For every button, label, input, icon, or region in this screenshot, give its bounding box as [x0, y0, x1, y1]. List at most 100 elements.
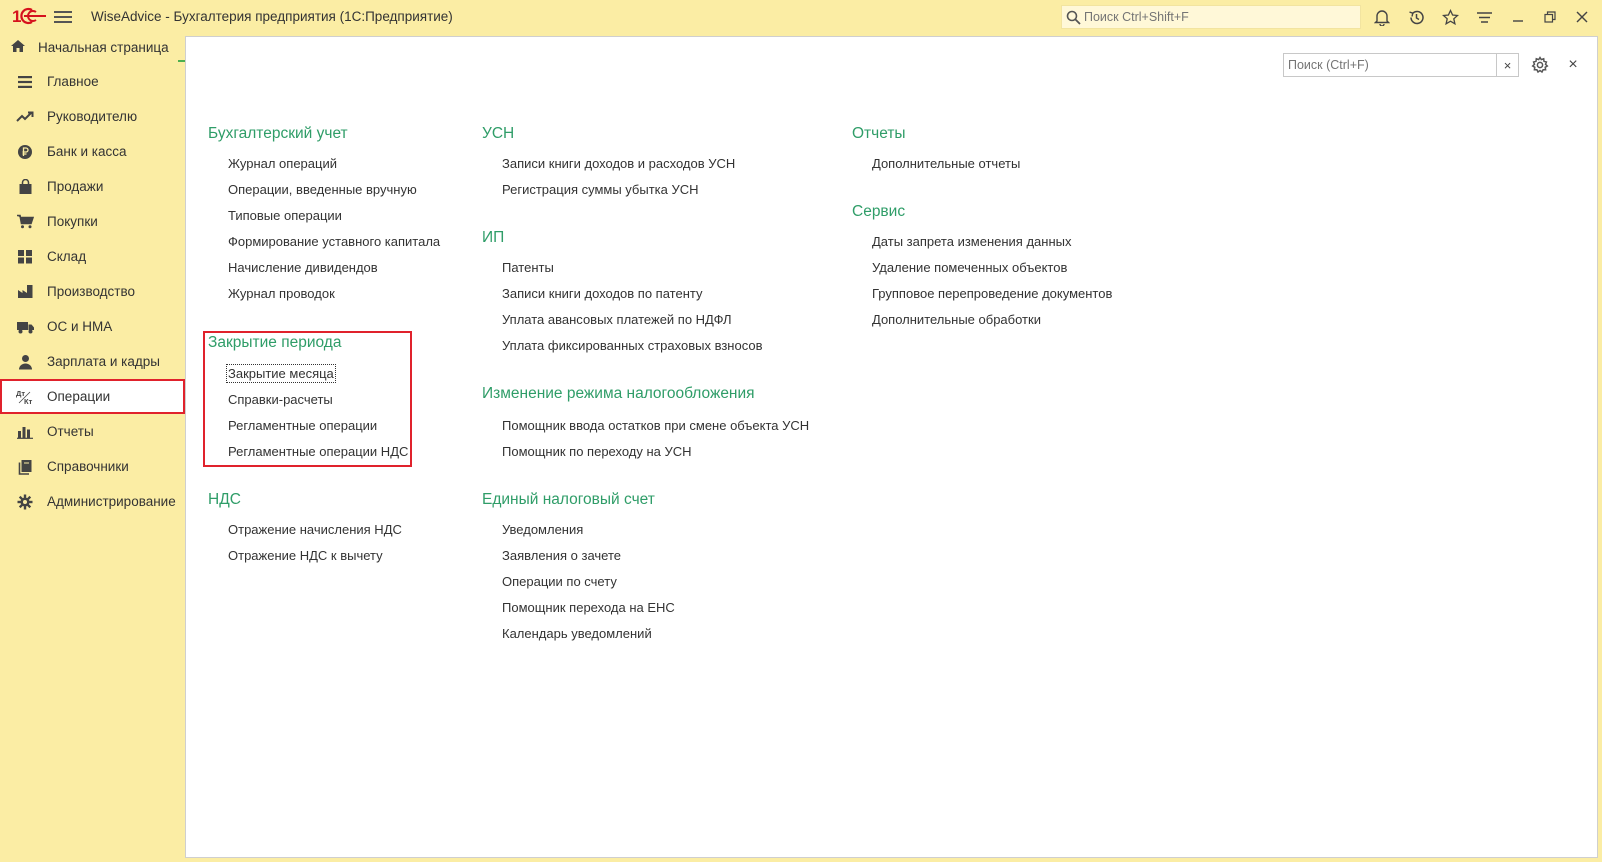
shopping-bag-icon [15, 178, 35, 196]
link-offset-applications[interactable]: Заявления о зачете [502, 548, 621, 563]
sidebar-item-salary-hr[interactable]: Зарплата и кадры [0, 344, 185, 379]
link-additional-processing[interactable]: Дополнительные обработки [872, 312, 1041, 327]
global-search-field[interactable] [1061, 5, 1361, 29]
link-dividends[interactable]: Начисление дивидендов [228, 260, 378, 275]
sidebar-item-label: Производство [47, 284, 136, 299]
link-batch-reposting[interactable]: Групповое перепроведение документов [872, 286, 1112, 301]
sidebar-item-label: Справочники [47, 459, 129, 474]
global-search-input[interactable] [1084, 10, 1354, 24]
tab-home-label: Начальная страница [38, 40, 169, 55]
bell-icon[interactable] [1372, 7, 1392, 27]
sidebar-item-reports[interactable]: Отчеты [0, 414, 185, 449]
title-bar: 1 WiseAdvice - Бухгалтерия предприятия (… [0, 0, 1602, 33]
gear-icon [15, 493, 35, 511]
link-notifications-calendar[interactable]: Календарь уведомлений [502, 626, 652, 641]
star-icon[interactable] [1440, 7, 1460, 27]
sidebar-item-label: Главное [47, 74, 99, 89]
sections-sidebar: Главное Руководителю Банк и касса Продаж… [0, 64, 185, 862]
link-patent-income-book[interactable]: Записи книги доходов по патенту [502, 286, 702, 301]
sidebar-item-bank-cash[interactable]: Банк и касса [0, 134, 185, 169]
link-usn-loss-registration[interactable]: Регистрация суммы убытка УСН [502, 182, 699, 197]
panel-search-field[interactable]: × [1283, 53, 1519, 77]
link-authorized-capital[interactable]: Формирование уставного капитала [228, 234, 440, 249]
section-title-tax-mode-change: Изменение режима налогообложения [482, 385, 755, 402]
functions-menu-icon[interactable] [1474, 7, 1494, 27]
sidebar-item-label: Зарплата и кадры [47, 354, 160, 369]
link-additional-reports[interactable]: Дополнительные отчеты [872, 156, 1020, 171]
sidebar-item-label: Отчеты [47, 424, 94, 439]
link-calculation-certificates[interactable]: Справки-расчеты [228, 392, 333, 407]
link-postings-journal[interactable]: Журнал проводок [228, 286, 335, 301]
link-typical-operations[interactable]: Типовые операции [228, 208, 342, 223]
close-window-icon[interactable] [1572, 7, 1592, 27]
panel-settings-gear-icon[interactable] [1529, 54, 1551, 76]
search-icon [1062, 10, 1084, 25]
person-icon [15, 353, 35, 371]
link-routine-operations[interactable]: Регламентные операции [228, 418, 377, 433]
factory-icon [15, 283, 35, 301]
sidebar-item-label: ОС и НМА [47, 319, 113, 334]
list-icon [15, 73, 35, 91]
link-notifications[interactable]: Уведомления [502, 522, 583, 537]
trend-icon [15, 108, 35, 126]
clear-search-button[interactable]: × [1496, 54, 1518, 76]
restore-icon[interactable] [1540, 7, 1560, 27]
link-month-close[interactable]: Закрытие месяца [226, 364, 336, 383]
minimize-icon[interactable] [1508, 7, 1528, 27]
link-routine-vat-operations[interactable]: Регламентные операции НДС [228, 444, 408, 459]
sidebar-item-label: Банк и касса [47, 144, 127, 159]
truck-icon [15, 318, 35, 336]
link-edit-lock-dates[interactable]: Даты запрета изменения данных [872, 234, 1071, 249]
sidebar-item-directories[interactable]: Справочники [0, 449, 185, 484]
cart-icon [15, 213, 35, 231]
bar-chart-icon [15, 423, 35, 441]
1c-logo-icon: 1 [12, 7, 46, 26]
tab-home-page[interactable]: Начальная страница [0, 33, 178, 62]
sidebar-item-production[interactable]: Производство [0, 274, 185, 309]
section-title-reports: Отчеты [852, 125, 906, 142]
sidebar-item-warehouse[interactable]: Склад [0, 239, 185, 274]
section-panel: × × Бухгалтерский учет Журнал операций О… [185, 36, 1598, 858]
link-delete-marked-objects[interactable]: Удаление помеченных объектов [872, 260, 1067, 275]
sidebar-item-operations[interactable]: Дт Кт Операции [0, 379, 185, 414]
link-usn-transition-assistant[interactable]: Помощник по переходу на УСН [502, 444, 692, 459]
link-usn-income-book[interactable]: Записи книги доходов и расходов УСН [502, 156, 735, 171]
home-icon [10, 39, 30, 56]
dt-kt-icon: Дт Кт [15, 388, 35, 406]
sidebar-item-purchases[interactable]: Покупки [0, 204, 185, 239]
link-patents[interactable]: Патенты [502, 260, 554, 275]
link-vat-deduction[interactable]: Отражение НДС к вычету [228, 548, 383, 563]
sidebar-item-label: Склад [47, 249, 87, 264]
history-icon[interactable] [1406, 7, 1426, 27]
link-operations-journal[interactable]: Журнал операций [228, 156, 337, 171]
link-ens-transition-assistant[interactable]: Помощник перехода на ЕНС [502, 600, 675, 615]
section-title-period-close: Закрытие периода [208, 334, 342, 351]
sidebar-item-administration[interactable]: Администрирование [0, 484, 185, 519]
link-vat-accrual[interactable]: Отражение начисления НДС [228, 522, 402, 537]
link-ndfl-advance-payments[interactable]: Уплата авансовых платежей по НДФЛ [502, 312, 732, 327]
sidebar-item-fixed-assets[interactable]: ОС и НМА [0, 309, 185, 344]
section-title-usn: УСН [482, 125, 515, 142]
sidebar-item-label: Операции [47, 389, 111, 404]
sidebar-item-manager[interactable]: Руководителю [0, 99, 185, 134]
link-account-operations[interactable]: Операции по счету [502, 574, 617, 589]
sidebar-item-label: Покупки [47, 214, 98, 229]
sidebar-item-label: Руководителю [47, 109, 138, 124]
sidebar-item-main[interactable]: Главное [0, 64, 185, 99]
link-usn-balance-assistant[interactable]: Помощник ввода остатков при смене объект… [502, 418, 809, 433]
sidebar-item-label: Продажи [47, 179, 104, 194]
panel-close-button[interactable]: × [1563, 54, 1583, 76]
link-manual-operations[interactable]: Операции, введенные вручную [228, 182, 417, 197]
link-fixed-insurance-payments[interactable]: Уплата фиксированных страховых взносов [502, 338, 762, 353]
section-title-vat: НДС [208, 491, 241, 508]
svg-text:1: 1 [12, 7, 21, 26]
section-title-ip: ИП [482, 229, 505, 246]
section-title-service: Сервис [852, 203, 906, 220]
svg-text:Кт: Кт [24, 397, 33, 405]
section-title-ens: Единый налоговый счет [482, 491, 655, 508]
books-icon [15, 458, 35, 476]
warehouse-grid-icon [15, 248, 35, 266]
panel-search-input[interactable] [1284, 54, 1497, 76]
sidebar-item-sales[interactable]: Продажи [0, 169, 185, 204]
main-menu-button[interactable] [54, 8, 72, 24]
